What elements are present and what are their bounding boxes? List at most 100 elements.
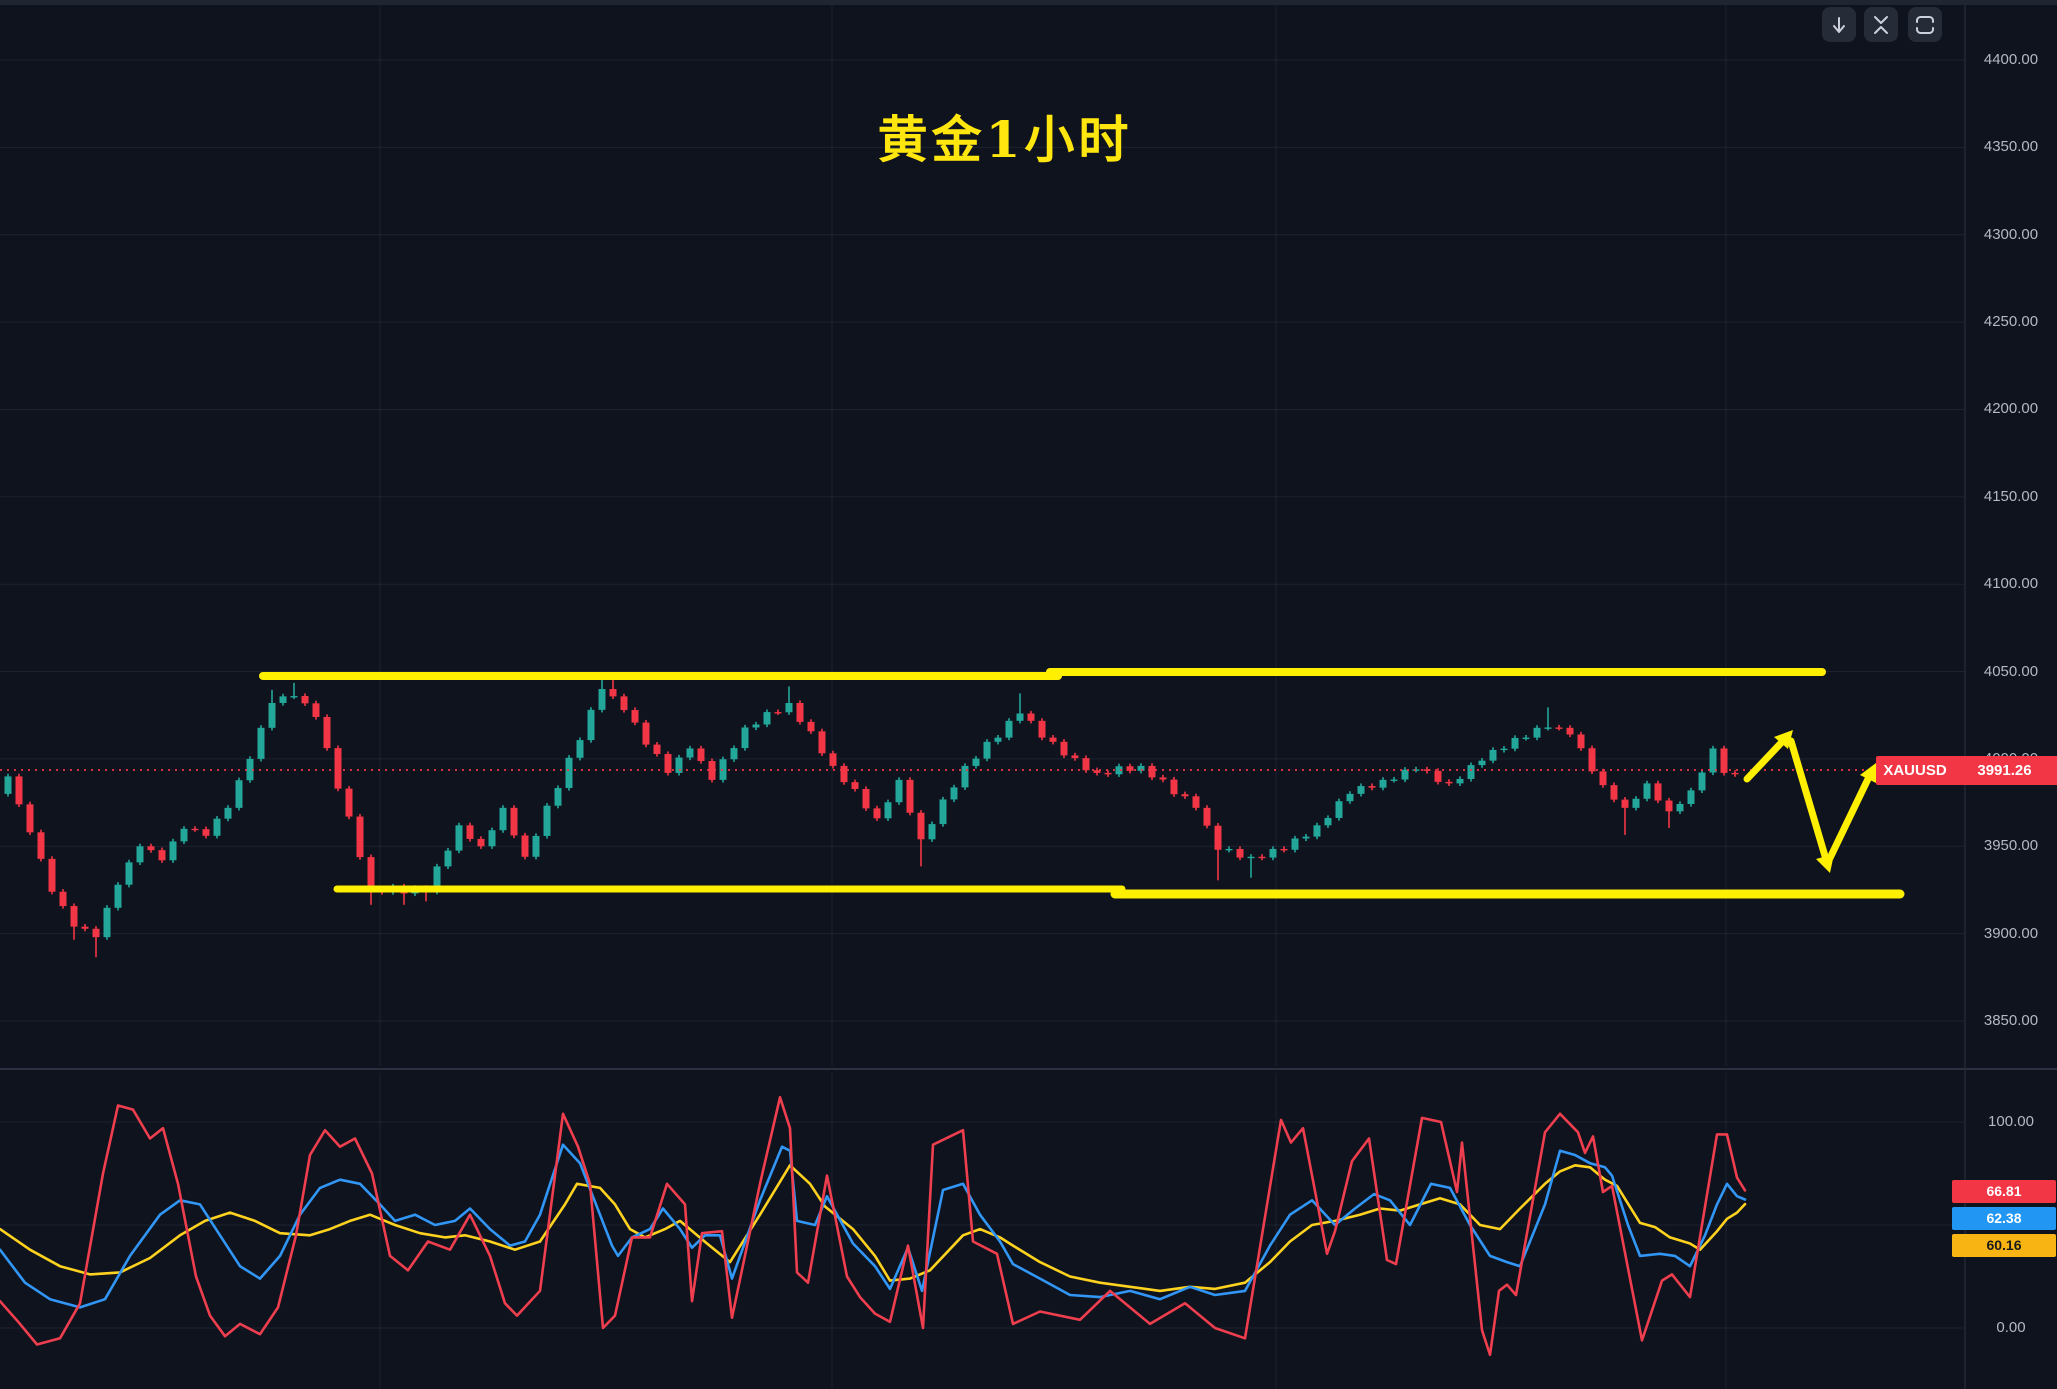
candle-body — [940, 799, 947, 824]
candle-body — [808, 722, 815, 731]
price-tick-label: 4100.00 — [1965, 573, 2057, 595]
candle-body — [1226, 849, 1233, 850]
candle-body — [984, 742, 991, 759]
candle-body — [1237, 849, 1244, 858]
candle-body — [1358, 786, 1365, 794]
price-tick-label: 3850.00 — [1965, 1010, 2057, 1032]
candle-body — [1490, 750, 1497, 761]
candle-body — [1182, 794, 1189, 796]
candle-body — [324, 717, 331, 748]
candle-body — [1710, 748, 1717, 772]
candle-body — [1446, 782, 1453, 784]
candle-body — [863, 789, 870, 808]
price-tick-label: 4150.00 — [1965, 486, 2057, 508]
candle-body — [456, 825, 463, 850]
candle-body — [764, 712, 771, 724]
candle-body — [1644, 783, 1651, 798]
candle-body — [225, 808, 232, 819]
candle-body — [1435, 771, 1442, 782]
candle-body — [280, 696, 287, 703]
candle-body — [1523, 738, 1530, 739]
candle-body — [874, 808, 881, 818]
candle-body — [93, 929, 100, 937]
scroll-down-button[interactable] — [1822, 7, 1856, 42]
price-tick-label: 4050.00 — [1965, 661, 2057, 683]
chart-title: 黄金1小时 — [0, 100, 2010, 172]
candle-body — [1336, 801, 1343, 818]
candle-body — [49, 859, 56, 892]
candle-body — [1666, 801, 1673, 812]
price-axis[interactable]: 4400.004350.004300.004250.004200.004150.… — [1965, 5, 2057, 1389]
projection-arrow-down-leg[interactable] — [1791, 741, 1825, 856]
candle-body — [126, 862, 133, 884]
candle-body — [830, 753, 837, 766]
collapse-icon — [1871, 15, 1891, 35]
candle-body — [159, 850, 166, 860]
candle-body — [1303, 837, 1310, 839]
candle-body — [1017, 713, 1024, 720]
projection-arrow-up-leg-1[interactable] — [1747, 743, 1781, 779]
candle-body — [1325, 818, 1332, 825]
candle-body — [841, 766, 848, 782]
candle-body — [1314, 825, 1321, 836]
candle-body — [1391, 780, 1398, 781]
candle-body — [489, 830, 496, 846]
candle-body — [1402, 770, 1409, 780]
candle-body — [599, 689, 606, 710]
candle-body — [71, 906, 78, 927]
candle-body — [1732, 773, 1739, 774]
candle-body — [214, 819, 221, 836]
candle-body — [588, 710, 595, 740]
candle-body — [302, 696, 309, 703]
kdj-line-d — [0, 1165, 1745, 1291]
candle-body — [929, 824, 936, 839]
candle-body — [775, 712, 782, 713]
candle-body — [1589, 748, 1596, 771]
candle-body — [1457, 779, 1464, 783]
price-tick-label: 4250.00 — [1965, 311, 2057, 333]
candle-body — [786, 703, 793, 712]
collapse-button[interactable] — [1864, 7, 1898, 42]
candle-body — [1061, 742, 1068, 756]
candle-body — [1578, 734, 1585, 748]
candle-body — [1688, 790, 1695, 804]
candle-body — [555, 788, 562, 806]
candle-body — [236, 780, 243, 808]
candle-body — [1028, 713, 1035, 720]
candle-body — [1677, 804, 1684, 811]
candle-body — [1567, 728, 1574, 735]
candle-body — [1633, 799, 1640, 808]
candle-body — [1380, 780, 1387, 788]
candle-body — [698, 748, 705, 761]
candle-body — [1600, 771, 1607, 785]
kdj-tick-label: 100.00 — [1965, 1111, 2057, 1133]
candle-body — [346, 789, 353, 817]
candle-body — [1105, 773, 1112, 774]
candle-body — [269, 703, 276, 728]
candle-body — [1259, 857, 1266, 858]
candle-body — [797, 703, 804, 722]
scroll-down-icon — [1829, 15, 1849, 35]
candle-body — [742, 727, 749, 748]
candle-body — [1545, 727, 1552, 728]
candle-body — [1512, 738, 1519, 749]
price-tick-label: 4300.00 — [1965, 224, 2057, 246]
candle-body — [1050, 738, 1057, 742]
candle-body — [1281, 849, 1288, 850]
candle-body — [137, 846, 144, 862]
candle-body — [1468, 765, 1475, 779]
symbol-tag: XAUUSD — [1876, 756, 1954, 785]
candle-body — [115, 885, 122, 908]
candle-body — [907, 780, 914, 813]
candle-body — [16, 776, 23, 804]
candle-body — [500, 808, 507, 830]
candle-body — [511, 808, 518, 836]
candle-body — [357, 817, 364, 858]
candle-body — [885, 802, 892, 818]
candle-body — [632, 710, 639, 723]
candle-body — [621, 696, 628, 710]
candle-body — [1479, 761, 1486, 765]
candle-body — [1292, 838, 1299, 849]
maximize-button[interactable] — [1908, 7, 1942, 42]
chart-canvas[interactable] — [0, 0, 2057, 1389]
